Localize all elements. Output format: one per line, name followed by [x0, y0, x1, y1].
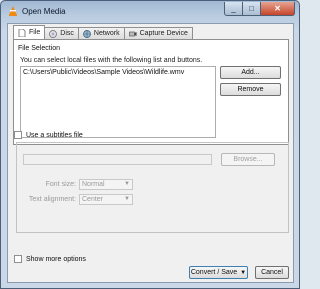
browse-button: Browse... — [221, 153, 275, 166]
tab-file-label: File — [29, 29, 41, 36]
remove-button[interactable]: Remove — [220, 83, 281, 96]
tab-capture-device-label: Capture Device — [139, 30, 188, 37]
chevron-down-icon: ▼ — [124, 181, 130, 187]
minimize-icon: _ — [231, 4, 236, 13]
tab-capture-device[interactable]: Capture Device — [123, 27, 193, 39]
font-size-select: Normal ▼ — [79, 179, 133, 190]
tab-file[interactable]: File — [13, 25, 46, 39]
show-more-options-checkbox[interactable] — [14, 255, 22, 263]
disc-icon — [49, 29, 58, 38]
caption-buttons: _ □ ✕ — [224, 2, 295, 16]
text-alignment-select: Center ▼ — [79, 194, 133, 205]
dropdown-arrow-icon[interactable]: ▼ — [240, 270, 246, 276]
open-media-window: Open Media _ □ ✕ File Disc Network Captu… — [0, 0, 300, 289]
add-button[interactable]: Add... — [220, 66, 281, 79]
text-alignment-value: Center — [82, 196, 104, 203]
vlc-cone-icon — [9, 6, 17, 16]
tab-disc[interactable]: Disc — [44, 27, 79, 39]
chevron-down-icon: ▼ — [124, 196, 130, 202]
text-alignment-label: Text alignment: — [28, 196, 76, 203]
list-item[interactable]: C:\Users\Public\Videos\Sample Videos\Wil… — [23, 69, 184, 76]
tab-network[interactable]: Network — [77, 27, 125, 39]
file-list[interactable]: C:\Users\Public\Videos\Sample Videos\Wil… — [20, 66, 216, 138]
tab-disc-label: Disc — [60, 30, 74, 37]
maximize-button[interactable]: □ — [243, 2, 261, 16]
convert-save-button[interactable]: Convert / Save ▼ — [189, 266, 248, 279]
show-more-options-row[interactable]: Show more options — [14, 255, 86, 263]
tab-network-label: Network — [93, 30, 120, 37]
dialog-body: File Disc Network Capture Device File Se… — [7, 23, 294, 283]
subtitles-checkbox-row[interactable]: Use a subtitles file — [14, 131, 83, 139]
minimize-button[interactable]: _ — [224, 2, 243, 16]
show-more-options-label: Show more options — [26, 255, 86, 263]
tab-bar: File Disc Network Capture Device — [13, 25, 193, 39]
file-icon — [18, 28, 26, 37]
cancel-button[interactable]: Cancel — [255, 266, 289, 279]
file-tab-panel: File Selection You can select local file… — [13, 39, 289, 145]
title-bar[interactable]: Open Media _ □ ✕ — [1, 1, 299, 23]
convert-save-label: Convert / Save — [190, 269, 238, 276]
subtitles-checkbox-label: Use a subtitles file — [26, 131, 83, 139]
maximize-icon: □ — [249, 4, 254, 13]
close-icon: ✕ — [274, 4, 281, 13]
subtitles-checkbox[interactable] — [14, 131, 22, 139]
network-icon — [83, 29, 91, 38]
file-selection-hint: You can select local files with the foll… — [20, 57, 203, 64]
capture-device-icon — [128, 31, 137, 36]
file-selection-title: File Selection — [18, 45, 61, 52]
subtitle-file-input — [23, 154, 212, 165]
font-size-value: Normal — [82, 181, 105, 188]
close-button[interactable]: ✕ — [261, 2, 295, 16]
window-title: Open Media — [22, 7, 66, 16]
font-size-label: Font size: — [45, 181, 76, 188]
